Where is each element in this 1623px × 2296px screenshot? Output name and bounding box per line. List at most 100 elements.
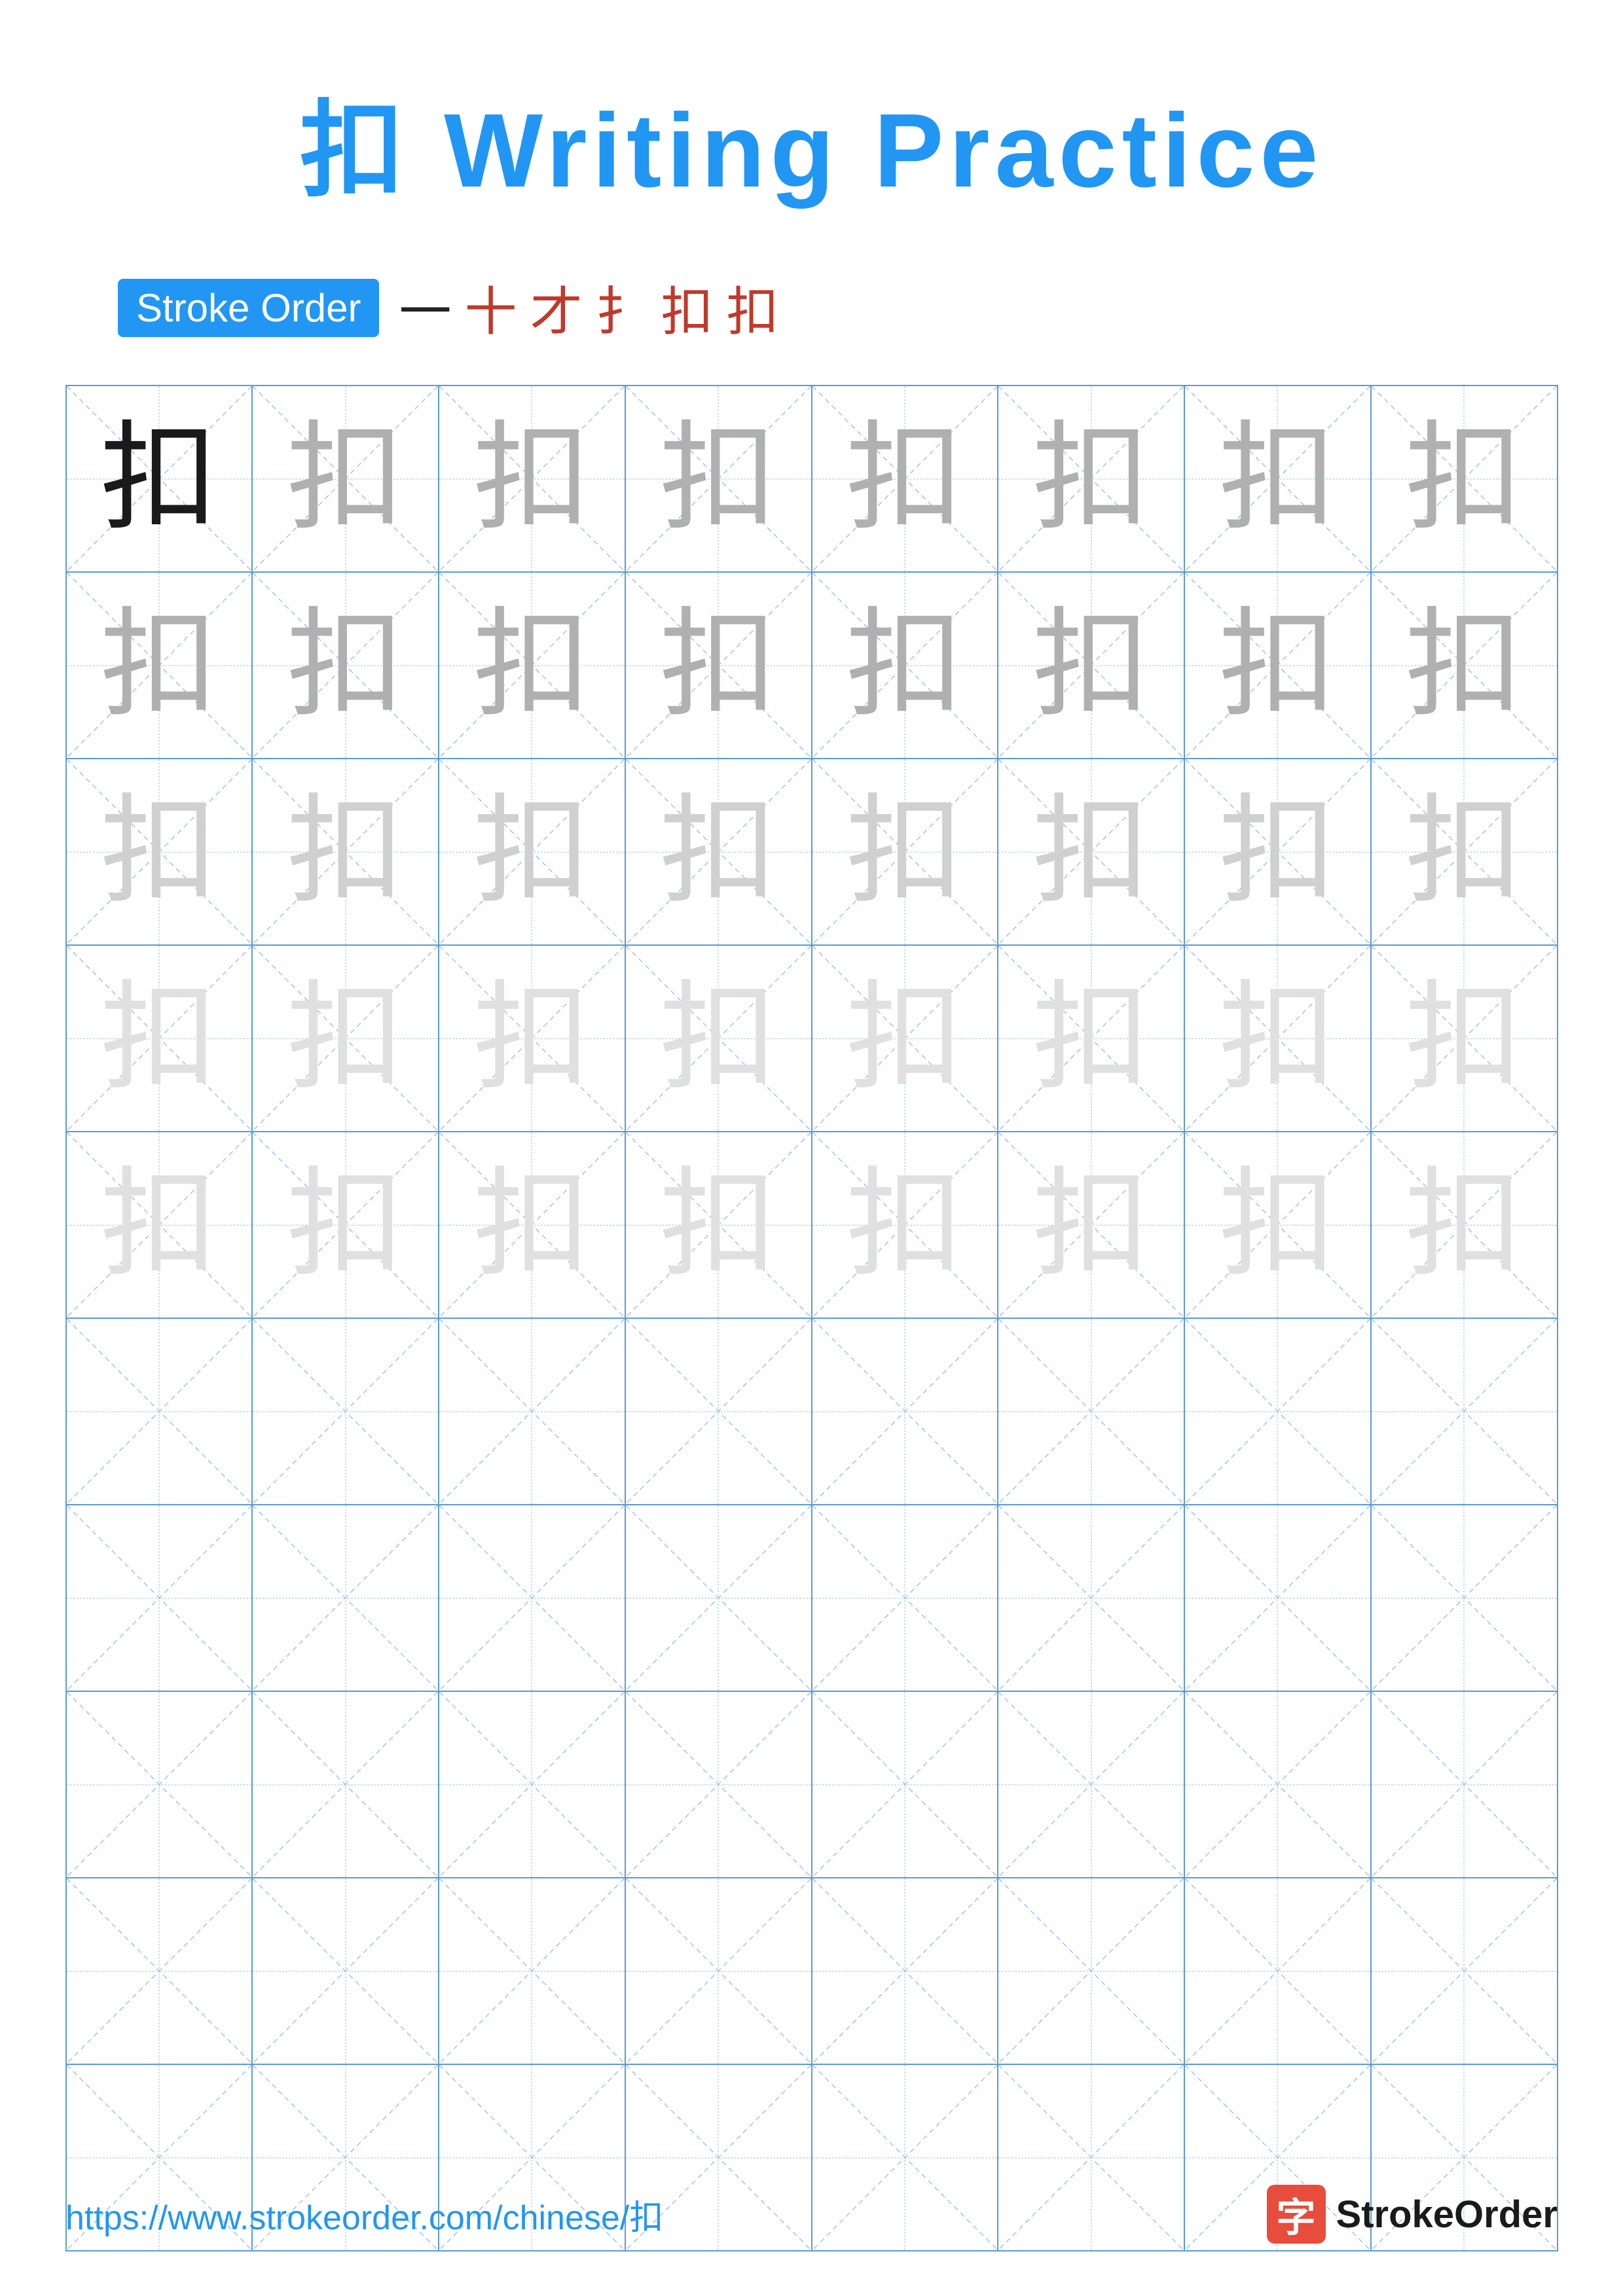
table-cell: 扣: [252, 386, 439, 572]
char-cell: 扣: [659, 1160, 777, 1290]
table-cell: 扣: [1371, 945, 1558, 1132]
char-cell: 扣: [287, 600, 405, 730]
char-cell: 扣: [1405, 973, 1523, 1103]
char-cell: 扣: [1405, 600, 1523, 730]
logo-text: StrokeOrder: [1336, 2193, 1558, 2236]
table-cell: [1371, 1878, 1558, 2064]
stroke-2: 十: [464, 270, 517, 346]
char-cell: 扣: [100, 973, 218, 1103]
table-cell: 扣: [998, 572, 1184, 759]
char-cell: 扣: [100, 1160, 218, 1290]
stroke-1: 一: [399, 270, 451, 346]
char-cell: 扣: [100, 414, 218, 544]
page-title: 扣 Writing Practice: [300, 65, 1324, 217]
table-cell: [66, 1505, 253, 1691]
char-cell: 扣: [659, 600, 777, 730]
table-cell: [1371, 1505, 1558, 1691]
char-cell: 扣: [1405, 1160, 1523, 1290]
table-cell: [439, 1691, 625, 1878]
table-cell: 扣: [1184, 386, 1371, 572]
table-cell: 扣: [812, 1132, 998, 1318]
table-cell: 扣: [1184, 945, 1371, 1132]
table-row: [66, 1505, 1558, 1691]
char-cell: 扣: [1032, 414, 1150, 544]
char-cell: 扣: [473, 973, 591, 1103]
table-cell: [1184, 1318, 1371, 1505]
char-cell: 扣: [287, 414, 405, 544]
table-cell: 扣: [66, 759, 253, 945]
char-cell: 扣: [1032, 787, 1150, 917]
table-cell: 扣: [439, 1132, 625, 1318]
char-cell: 扣: [1218, 600, 1336, 730]
table-row: 扣 扣 扣: [66, 386, 1558, 572]
stroke-6: 扣: [726, 270, 778, 346]
char-cell: 扣: [659, 973, 777, 1103]
table-cell: 扣: [439, 572, 625, 759]
table-cell: 扣: [252, 1132, 439, 1318]
table-cell: 扣: [625, 945, 812, 1132]
table-cell: [625, 1691, 812, 1878]
char-cell: 扣: [1032, 973, 1150, 1103]
footer-logo: 字 StrokeOrder: [1267, 2185, 1558, 2244]
table-cell: [252, 1505, 439, 1691]
table-row: [66, 1318, 1558, 1505]
table-row: [66, 1691, 1558, 1878]
stroke-order-row: Stroke Order 一 十 才 扌 扣 扣: [118, 270, 778, 346]
page: 扣 Writing Practice Stroke Order 一 十 才 扌 …: [0, 0, 1623, 2296]
char-cell: 扣: [846, 600, 964, 730]
practice-grid: 扣 扣 扣: [65, 385, 1558, 2251]
table-cell: [998, 1505, 1184, 1691]
table-cell: 扣: [66, 945, 253, 1132]
table-cell: 扣: [1371, 386, 1558, 572]
table-cell: 扣: [1184, 1132, 1371, 1318]
table-cell: [439, 1505, 625, 1691]
char-cell: 扣: [846, 973, 964, 1103]
stroke-5: 扣: [661, 270, 713, 346]
char-cell: 扣: [287, 787, 405, 917]
table-cell: 扣: [812, 386, 998, 572]
char-cell: 扣: [287, 973, 405, 1103]
table-cell: [625, 1505, 812, 1691]
table-cell: 扣: [1371, 1132, 1558, 1318]
table-cell: [66, 1878, 253, 2064]
char-cell: 扣: [100, 600, 218, 730]
char-cell: 扣: [473, 600, 591, 730]
char-cell: 扣: [1218, 973, 1336, 1103]
stroke-3: 才: [530, 270, 582, 346]
char-cell: 扣: [473, 1160, 591, 1290]
footer-url: https://www.strokeorder.com/chinese/扣: [65, 2190, 663, 2239]
table-row: 扣 扣 扣: [66, 759, 1558, 945]
table-cell: 扣: [66, 572, 253, 759]
table-cell: [1184, 1691, 1371, 1878]
char-cell: 扣: [846, 414, 964, 544]
table-cell: 扣: [625, 1132, 812, 1318]
footer: https://www.strokeorder.com/chinese/扣 字 …: [65, 2185, 1558, 2244]
table-row: 扣 扣 扣: [66, 945, 1558, 1132]
char-cell: 扣: [659, 787, 777, 917]
table-cell: 扣: [439, 386, 625, 572]
char-cell: 扣: [1405, 787, 1523, 917]
char-cell: 扣: [846, 1160, 964, 1290]
char-cell: 扣: [287, 1160, 405, 1290]
char-cell: 扣: [846, 787, 964, 917]
table-cell: 扣: [252, 759, 439, 945]
table-cell: 扣: [1184, 572, 1371, 759]
table-cell: [1184, 1505, 1371, 1691]
stroke-chars: 一 十 才 扌 扣 扣: [399, 270, 778, 346]
table-cell: [1371, 1691, 1558, 1878]
table-cell: 扣: [812, 945, 998, 1132]
logo-char: 字: [1277, 2186, 1316, 2243]
table-cell: [66, 1691, 253, 1878]
table-cell: [812, 1691, 998, 1878]
char-cell: 扣: [1032, 600, 1150, 730]
table-cell: 扣: [66, 1132, 253, 1318]
table-cell: 扣: [998, 386, 1184, 572]
table-cell: [439, 1878, 625, 2064]
table-cell: 扣: [812, 572, 998, 759]
table-cell: [998, 1878, 1184, 2064]
table-cell: [812, 1878, 998, 2064]
table-cell: 扣: [439, 759, 625, 945]
table-row: 扣 扣 扣: [66, 572, 1558, 759]
char-cell: 扣: [100, 787, 218, 917]
table-cell: 扣: [625, 572, 812, 759]
